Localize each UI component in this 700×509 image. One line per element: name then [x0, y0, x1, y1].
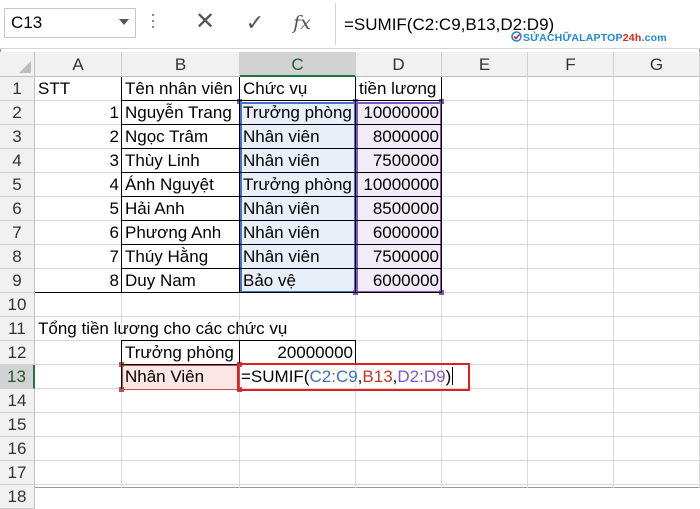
- cell-position[interactable]: Nhân viên: [240, 197, 356, 221]
- row-header-10[interactable]: 10: [0, 293, 35, 317]
- cell-position[interactable]: Nhân viên: [240, 221, 356, 245]
- row-header-16[interactable]: 16: [0, 437, 35, 461]
- name-box-value: C13: [11, 13, 43, 32]
- row-header-15[interactable]: 15: [0, 413, 35, 437]
- row-header-7[interactable]: 7: [0, 221, 35, 245]
- cell-position[interactable]: Nhân viên: [240, 245, 356, 269]
- row-header-17[interactable]: 17: [0, 461, 35, 485]
- summary-value-manager[interactable]: 20000000: [240, 341, 356, 365]
- row-header-13[interactable]: 13: [0, 365, 35, 389]
- cell-stt[interactable]: 2: [35, 125, 122, 149]
- row-header-5[interactable]: 5: [0, 173, 35, 197]
- summary-label-staff[interactable]: Nhân Viên: [122, 365, 240, 389]
- row-header-3[interactable]: 3: [0, 125, 35, 149]
- cancel-button[interactable]: ✕: [190, 10, 220, 36]
- cell-name[interactable]: Hải Anh: [122, 197, 240, 221]
- cell-salary[interactable]: 7500000: [356, 149, 442, 173]
- column-header-b[interactable]: B: [122, 52, 240, 77]
- row-header-12[interactable]: 12: [0, 341, 35, 365]
- row-header-4[interactable]: 4: [0, 149, 35, 173]
- column-header-a[interactable]: A: [35, 52, 122, 77]
- cell-stt[interactable]: 6: [35, 221, 122, 245]
- column-header-c[interactable]: C: [240, 52, 356, 77]
- cell-position[interactable]: Nhân viên: [240, 149, 356, 173]
- row-header-8[interactable]: 8: [0, 245, 35, 269]
- cell-stt[interactable]: 7: [35, 245, 122, 269]
- row-header-11[interactable]: 11: [0, 317, 35, 341]
- cell-name[interactable]: Thùy Linh: [122, 149, 240, 173]
- cell-name[interactable]: Ngọc Trâm: [122, 125, 240, 149]
- column-header-d[interactable]: D: [356, 52, 442, 77]
- cell-name[interactable]: Phương Anh: [122, 221, 240, 245]
- header-position[interactable]: Chức vụ: [240, 77, 356, 101]
- highlight-box: [237, 363, 470, 391]
- row-header-2[interactable]: 2: [0, 101, 35, 125]
- cell-stt[interactable]: 4: [35, 173, 122, 197]
- column-header-e[interactable]: E: [442, 52, 528, 77]
- cell-salary[interactable]: 8500000: [356, 197, 442, 221]
- summary-title[interactable]: Tổng tiền lương cho các chức vụ: [35, 317, 355, 341]
- cell-salary[interactable]: 10000000: [356, 173, 442, 197]
- summary-label-manager[interactable]: Trưởng phòng: [122, 341, 240, 365]
- cell-position[interactable]: Nhân viên: [240, 125, 356, 149]
- row-header-1[interactable]: 1: [0, 77, 35, 101]
- enter-button[interactable]: ✓: [240, 10, 270, 36]
- watermark-logo: SỬACHỮALAPTOP24h.com: [523, 32, 667, 44]
- formula-bar: C13 ✕ ✓ fx =SUMIF(C2:C9,B13,D2:D9) SỬACH…: [0, 0, 700, 49]
- row-header-9[interactable]: 9: [0, 269, 35, 293]
- drag-handle-icon[interactable]: [151, 14, 155, 34]
- chevron-down-icon[interactable]: [119, 19, 129, 25]
- cell-name[interactable]: Ánh Nguyệt: [122, 173, 240, 197]
- header-stt[interactable]: STT: [35, 77, 122, 101]
- cell-salary[interactable]: 6000000: [356, 269, 442, 293]
- cell-position[interactable]: Trưởng phòng: [240, 173, 356, 197]
- cell-salary[interactable]: 8000000: [356, 125, 442, 149]
- cell-name[interactable]: Thúy Hằng: [122, 245, 240, 269]
- row-header-18[interactable]: 18: [0, 485, 35, 509]
- cell-stt[interactable]: 5: [35, 197, 122, 221]
- cell-salary[interactable]: 7500000: [356, 245, 442, 269]
- cell-name[interactable]: Nguyễn Trang: [122, 101, 240, 125]
- cell-stt[interactable]: 3: [35, 149, 122, 173]
- insert-function-button[interactable]: fx: [287, 10, 317, 36]
- row-header-6[interactable]: 6: [0, 197, 35, 221]
- column-header-g[interactable]: G: [614, 52, 700, 77]
- cell-name[interactable]: Duy Nam: [122, 269, 240, 293]
- row-header-14[interactable]: 14: [0, 389, 35, 413]
- watermark-logo-icon: [511, 31, 522, 42]
- header-salary[interactable]: tiền lương: [356, 77, 442, 101]
- cell-position[interactable]: Trưởng phòng: [240, 101, 356, 125]
- select-all-button[interactable]: [0, 52, 35, 77]
- cell-stt[interactable]: 1: [35, 101, 122, 125]
- column-header-f[interactable]: F: [528, 52, 614, 77]
- cell-stt[interactable]: 8: [35, 269, 122, 293]
- cell-salary[interactable]: 10000000: [356, 101, 442, 125]
- cell-position[interactable]: Bảo vệ: [240, 269, 356, 293]
- cell-salary[interactable]: 6000000: [356, 221, 442, 245]
- header-name[interactable]: Tên nhân viên: [122, 77, 240, 101]
- name-box[interactable]: C13: [4, 8, 136, 38]
